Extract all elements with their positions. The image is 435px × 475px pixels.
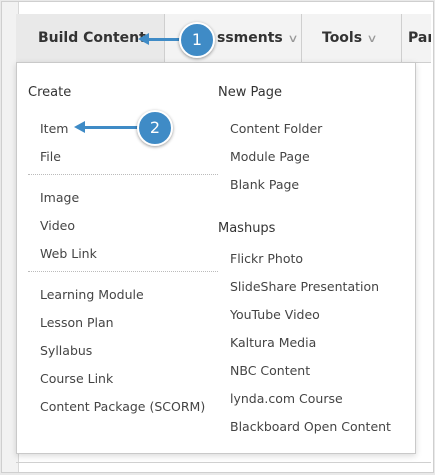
menu-item-course-link[interactable]: Course Link [40, 371, 113, 386]
menu-item-blackboard-open-content[interactable]: Blackboard Open Content [230, 419, 391, 434]
step-badge-2: 2 [137, 110, 173, 146]
menu-item-module-page[interactable]: Module Page [230, 149, 310, 164]
menu-item-nbc-content[interactable]: NBC Content [230, 363, 310, 378]
course-menu-bar: Build Content ssments ∨ Tools ∨ Par [16, 14, 431, 63]
menu-item-content-folder[interactable]: Content Folder [230, 121, 322, 136]
menu-item-video[interactable]: Video [40, 218, 75, 233]
menu-item-slideshare[interactable]: SlideShare Presentation [230, 279, 379, 294]
separator [28, 174, 218, 175]
callout-arrow-line [148, 38, 182, 41]
mashups-header: Mashups [218, 221, 276, 236]
menu-item-syllabus[interactable]: Syllabus [40, 343, 92, 358]
bottom-border [16, 462, 431, 463]
menu-item-youtube-video[interactable]: YouTube Video [230, 307, 320, 322]
menu-item-lesson-plan[interactable]: Lesson Plan [40, 315, 114, 330]
chevron-down-icon: ∨ [287, 31, 299, 45]
tab-partners[interactable]: Par [402, 14, 431, 62]
separator [28, 271, 218, 272]
chevron-down-icon: ∨ [366, 31, 378, 45]
menu-item-kaltura-media[interactable]: Kaltura Media [230, 335, 316, 350]
menu-item-web-link[interactable]: Web Link [40, 246, 97, 261]
tab-assessments-label: ssments [217, 30, 283, 46]
menu-item-lynda-course[interactable]: lynda.com Course [230, 391, 343, 406]
menu-item-flickr-photo[interactable]: Flickr Photo [230, 251, 303, 266]
menu-item-content-package[interactable]: Content Package (SCORM) [40, 399, 205, 414]
tab-build-content-label: Build Content [38, 30, 146, 46]
tab-partners-label: Par [408, 30, 431, 46]
menu-item-image[interactable]: Image [40, 190, 79, 205]
new-page-header: New Page [218, 85, 282, 100]
tab-tools[interactable]: Tools ∨ [302, 14, 402, 62]
menu-item-item[interactable]: Item [40, 121, 68, 136]
menu-item-learning-module[interactable]: Learning Module [40, 287, 144, 302]
tab-tools-label: Tools [322, 30, 363, 46]
step-badge-1: 1 [179, 22, 215, 58]
callout-arrow-line [84, 126, 140, 129]
menu-item-blank-page[interactable]: Blank Page [230, 177, 299, 192]
menu-item-file[interactable]: File [40, 149, 61, 164]
create-header: Create [28, 85, 72, 100]
